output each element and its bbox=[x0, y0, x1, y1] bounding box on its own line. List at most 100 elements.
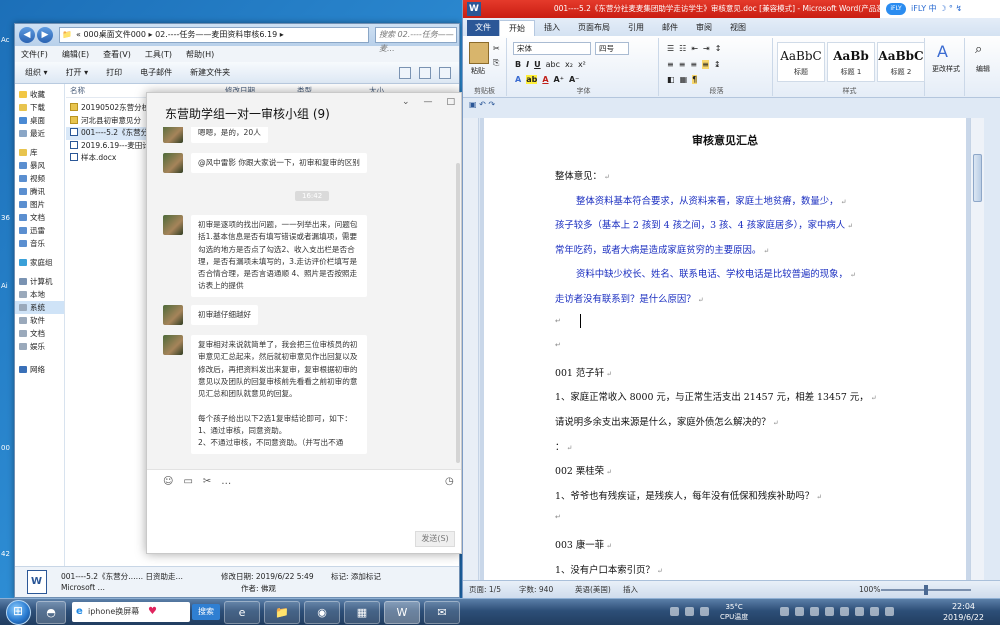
tray-icon[interactable] bbox=[810, 607, 819, 616]
sidebar-item[interactable]: 库 bbox=[15, 146, 64, 159]
tab-review[interactable]: 审阅 bbox=[687, 20, 721, 36]
language[interactable]: 英语(美国) bbox=[575, 581, 611, 598]
scrollbar[interactable] bbox=[456, 163, 460, 463]
sidebar-item[interactable]: 网络 bbox=[15, 363, 64, 376]
explorer-icon[interactable]: 📁 bbox=[264, 601, 300, 624]
sidebar-item[interactable]: 桌面 bbox=[15, 114, 64, 127]
forward-button[interactable]: ▶ bbox=[37, 27, 53, 43]
details-tags[interactable]: 标记: 添加标记 bbox=[331, 571, 381, 582]
tray-icon[interactable] bbox=[825, 607, 834, 616]
print-button[interactable]: 打印 bbox=[106, 67, 122, 78]
sort-icon[interactable]: ↕ bbox=[715, 44, 722, 53]
numbering-icon[interactable]: ☷ bbox=[679, 44, 686, 53]
sidebar-item[interactable]: 家庭组 bbox=[15, 256, 64, 269]
menu-tools[interactable]: 工具(T) bbox=[145, 49, 172, 60]
history-icon[interactable]: ◷ bbox=[445, 476, 454, 487]
change-styles-button[interactable]: 更改样式 bbox=[927, 64, 965, 74]
word-taskbar-icon[interactable]: W bbox=[384, 601, 420, 624]
superscript-icon[interactable]: x² bbox=[578, 60, 586, 69]
ie-icon[interactable]: e bbox=[224, 601, 260, 624]
bullets-icon[interactable]: ☰ bbox=[667, 44, 674, 53]
sidebar-item[interactable]: 软件 bbox=[15, 314, 64, 327]
menu-help[interactable]: 帮助(H) bbox=[186, 49, 214, 60]
tray-icon[interactable] bbox=[670, 607, 679, 616]
highlight-icon[interactable]: ab bbox=[526, 75, 538, 84]
paste-button[interactable]: 粘贴 bbox=[471, 66, 485, 76]
collapse-icon[interactable]: ⌄ bbox=[402, 97, 410, 107]
line-spacing-icon[interactable]: ↨ bbox=[714, 60, 721, 69]
sidebar-item[interactable]: 迅雷 bbox=[15, 224, 64, 237]
shrink-font-icon[interactable]: A⁻ bbox=[569, 75, 579, 84]
tab-view[interactable]: 视图 bbox=[721, 20, 755, 36]
message-composer[interactable]: ☺ ▭ ✂ … ◷ 发送(S) bbox=[147, 469, 461, 553]
sidebar-item[interactable]: 最近 bbox=[15, 127, 64, 140]
sidebar-item[interactable]: 本地 bbox=[15, 288, 64, 301]
tab-mailings[interactable]: 邮件 bbox=[653, 20, 687, 36]
view-options-icon[interactable] bbox=[399, 66, 411, 79]
word-logo-icon[interactable]: W bbox=[467, 2, 481, 16]
address-bar[interactable]: « 000桌面文件000 ▸ 02.----任务——麦田资料审核6.19 ▸ bbox=[59, 27, 369, 43]
tray-icon[interactable] bbox=[780, 607, 789, 616]
tray-icon[interactable] bbox=[700, 607, 709, 616]
ifly-status[interactable]: iFLY 中 ☽ ° ↯ bbox=[911, 0, 962, 18]
sidebar-item[interactable]: 计算机 bbox=[15, 275, 64, 288]
show-marks-icon[interactable]: ¶ bbox=[692, 75, 698, 84]
avatar[interactable] bbox=[163, 127, 183, 143]
copy-icon[interactable]: ⎘ bbox=[493, 58, 499, 68]
tab-home[interactable]: 开始 bbox=[499, 20, 535, 36]
avatar[interactable] bbox=[163, 153, 183, 173]
save-icon[interactable]: ▣ bbox=[469, 100, 477, 109]
page-count[interactable]: 页面: 1/5 bbox=[469, 581, 501, 598]
taskbar-search-input[interactable]: iphone换屏幕 bbox=[72, 602, 190, 622]
font-name-select[interactable]: 宋体 bbox=[513, 42, 591, 55]
style-heading-1[interactable]: AaBb 标题 1 bbox=[827, 42, 875, 82]
border-icon[interactable]: ▦ bbox=[680, 75, 688, 84]
send-button[interactable]: 发送(S) bbox=[415, 531, 455, 547]
menu-edit[interactable]: 编辑(E) bbox=[62, 49, 89, 60]
new-folder-button[interactable]: 新建文件夹 bbox=[190, 67, 230, 78]
organize-button[interactable]: 组织 ▾ bbox=[25, 67, 48, 78]
find-icon[interactable]: ⌕ bbox=[975, 42, 982, 57]
align-left-icon[interactable]: ≡ bbox=[667, 60, 674, 69]
sidebar-item[interactable]: 文档 bbox=[15, 327, 64, 340]
sidebar-item[interactable]: 文档 bbox=[15, 211, 64, 224]
sidebar-item[interactable]: 娱乐 bbox=[15, 340, 64, 353]
email-button[interactable]: 电子邮件 bbox=[140, 67, 172, 78]
underline-icon[interactable]: U bbox=[534, 60, 541, 69]
grow-font-icon[interactable]: A⁺ bbox=[554, 75, 564, 84]
tray-icon[interactable] bbox=[840, 607, 849, 616]
tab-references[interactable]: 引用 bbox=[619, 20, 653, 36]
sidebar-item[interactable]: 系统 bbox=[15, 301, 64, 314]
shading-icon[interactable]: ◧ bbox=[667, 75, 675, 84]
file-icon[interactable]: ▭ bbox=[183, 476, 192, 487]
clock[interactable]: 22:04 2019/6/22 bbox=[943, 601, 984, 623]
cpu-temperature[interactable]: 35°C CPU温度 bbox=[720, 602, 748, 622]
bold-icon[interactable]: B bbox=[515, 60, 521, 69]
app-icon[interactable]: ▦ bbox=[344, 601, 380, 624]
avatar[interactable] bbox=[163, 305, 183, 325]
taskbar-search-button[interactable]: 搜索 bbox=[192, 604, 220, 620]
sidebar-item[interactable]: 收藏 bbox=[15, 88, 64, 101]
undo-icon[interactable]: ↶ bbox=[479, 100, 486, 109]
font-size-select[interactable]: 四号 bbox=[595, 42, 629, 55]
avatar[interactable] bbox=[163, 215, 183, 235]
document-page[interactable]: 审核意见汇总 整体意见： ↵ 整体资料基本符合要求，从资料来看，家庭土地贫瘠，数量… bbox=[484, 118, 966, 580]
change-styles-icon[interactable]: A bbox=[937, 42, 948, 61]
screenshot-icon[interactable]: ✂ bbox=[203, 476, 211, 487]
vertical-scrollbar[interactable] bbox=[970, 118, 984, 580]
editing-button[interactable]: 编辑 bbox=[967, 64, 999, 74]
text-effect-icon[interactable]: A bbox=[515, 75, 521, 84]
chat-taskbar-icon[interactable]: ✉ bbox=[424, 601, 460, 624]
document-area[interactable]: 审核意见汇总 整体意见： ↵ 整体资料基本符合要求，从资料来看，家庭土地贫瘠，数量… bbox=[480, 118, 970, 580]
insert-mode[interactable]: 插入 bbox=[623, 581, 638, 598]
start-button[interactable] bbox=[6, 600, 31, 625]
search-input[interactable]: 搜索 02.----任务——麦... bbox=[375, 27, 457, 53]
scrollbar-thumb[interactable] bbox=[973, 154, 982, 202]
details-author[interactable]: 作者: 佛观 bbox=[241, 583, 276, 594]
sidebar-item[interactable]: 下载 bbox=[15, 101, 64, 114]
word-count[interactable]: 字数: 940 bbox=[519, 581, 553, 598]
back-button[interactable]: ◀ bbox=[19, 27, 35, 43]
indent-decrease-icon[interactable]: ⇤ bbox=[691, 44, 698, 53]
paste-icon[interactable] bbox=[469, 42, 489, 64]
volume-icon[interactable] bbox=[885, 607, 894, 616]
